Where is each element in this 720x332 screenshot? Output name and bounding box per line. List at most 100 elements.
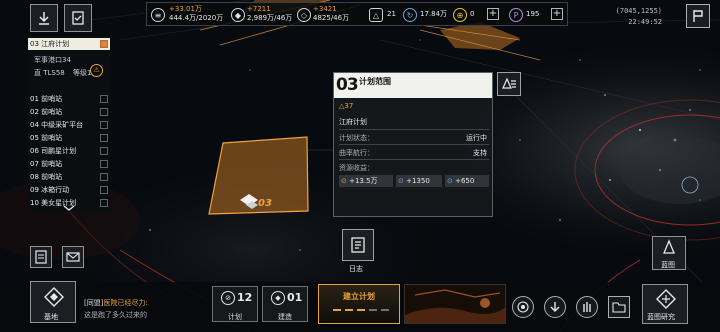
- metal-value: 2,989万/46万: [247, 14, 293, 22]
- energy-icon: ↻: [403, 8, 417, 22]
- blueprint-label: 蓝图: [661, 261, 675, 269]
- fleet-count: 21: [387, 10, 396, 19]
- plan-name: 江府计划: [339, 118, 367, 126]
- list-item[interactable]: 09 冰箱行动: [28, 184, 110, 196]
- plan-icon: ⊘: [221, 291, 235, 305]
- fleet-icon: [583, 302, 591, 312]
- list-item-label: 09 冰箱行动: [30, 186, 70, 194]
- list-item[interactable]: 07 前哨站: [28, 158, 110, 170]
- slot-indicator: [369, 309, 377, 311]
- list-item[interactable]: 01 前哨站: [28, 93, 110, 105]
- energy-icon: ⊙: [447, 177, 453, 185]
- list-item-label: 02 前哨站: [30, 108, 63, 116]
- list-item[interactable]: 02 前哨站: [28, 106, 110, 118]
- log-button[interactable]: [342, 229, 374, 261]
- notes-button[interactable]: [30, 246, 52, 268]
- coordinate-readout: (7045,1255): [615, 7, 662, 15]
- list-item-label: 05 前哨站: [30, 134, 63, 142]
- checkbox[interactable]: [100, 186, 108, 194]
- list-item-label: 07 前哨站: [30, 160, 63, 168]
- energy-value: 17.84万: [420, 10, 448, 18]
- clipboard-check-icon: [72, 11, 84, 25]
- arrow-down-icon: [550, 302, 560, 312]
- checkbox[interactable]: [100, 121, 108, 129]
- mission-button[interactable]: [64, 4, 92, 32]
- status-label: 计划状态：: [339, 134, 374, 142]
- gold-value: 0: [470, 10, 475, 18]
- chat-text: 这是跑了多久过来的: [84, 311, 147, 319]
- storage-button[interactable]: [608, 296, 630, 318]
- gain-energy: ⊙ +650: [445, 175, 489, 187]
- list-item[interactable]: 04 中级采矿平台: [28, 119, 110, 131]
- checkbox[interactable]: [100, 147, 108, 155]
- resource-crystal: +3421 4825/46万: [313, 5, 349, 23]
- coordinate-clock: (7045,1255) 22:49:52: [616, 6, 662, 28]
- list-item[interactable]: 06 司鹏星计划: [28, 145, 110, 157]
- galaxy-button[interactable]: [512, 296, 534, 318]
- resource-credits: +33.01万 444.4万/2020万: [169, 5, 223, 23]
- fleet-value: 21: [387, 10, 396, 18]
- list-item[interactable]: 05 前哨站: [28, 132, 110, 144]
- chevron-down-icon[interactable]: [62, 204, 76, 212]
- blueprint-research-label: 蓝图研究: [647, 313, 675, 321]
- blueprint-icon: [663, 239, 675, 254]
- crystal-value: 4825/46万: [313, 14, 350, 22]
- event-banner[interactable]: [404, 284, 506, 324]
- gain-crystal: ⊙ +1350: [396, 175, 442, 187]
- download-button[interactable]: [544, 296, 566, 318]
- checkbox[interactable]: [100, 95, 108, 103]
- premium-value: 195: [526, 10, 540, 18]
- checkbox[interactable]: [100, 40, 108, 48]
- base-icon: [44, 287, 64, 307]
- energy-amount: 17.84万: [420, 10, 447, 19]
- list-item-label: 04 中级采矿平台: [30, 121, 84, 129]
- warp-label: 曲率航行：: [339, 149, 374, 157]
- mail-button[interactable]: [62, 246, 84, 268]
- resource-bar: ≡ +33.01万 444.4万/2020万 ◆ +7211 2,989万/46…: [146, 2, 568, 26]
- establish-plan-label: 建立计划: [343, 292, 375, 301]
- plan-level-badge: △37: [339, 102, 354, 110]
- credits-icon: ≡: [151, 8, 165, 22]
- divider: [339, 159, 489, 160]
- metal-icon: ◆: [231, 8, 245, 22]
- divider: [339, 144, 489, 145]
- slot-indicator: [345, 309, 353, 311]
- panel-header: 03 计划范围: [334, 73, 492, 98]
- add-gold-button[interactable]: +: [487, 8, 499, 20]
- list-item-label: 06 司鹏星计划: [30, 147, 77, 155]
- folder-icon: [612, 302, 626, 313]
- lock-icon[interactable]: ⚠: [90, 64, 103, 77]
- add-premium-button[interactable]: +: [551, 8, 563, 20]
- build-icon: ◆: [271, 291, 285, 305]
- panel-menu-button[interactable]: [497, 72, 521, 96]
- checkbox[interactable]: [100, 108, 108, 116]
- chat-message[interactable]: [同盟]医院已经尽力:: [84, 298, 148, 308]
- checkbox[interactable]: [100, 199, 108, 207]
- checkbox[interactable]: [100, 134, 108, 142]
- bookmark-button[interactable]: [686, 4, 710, 28]
- plan-level: 直 TLS58: [34, 69, 65, 77]
- list-item-label: 08 前哨站: [30, 173, 63, 181]
- chat-sender: 医院已经尽力:: [103, 299, 148, 307]
- establish-plan-button[interactable]: 建立计划: [318, 284, 400, 324]
- premium-icon: P: [509, 8, 523, 22]
- credits-value: 444.4万/2020万: [169, 14, 224, 22]
- spiral-icon: [517, 301, 529, 313]
- plot-number-label: 03: [258, 198, 272, 209]
- home-nav-button[interactable]: [30, 4, 58, 32]
- chat-channel: [同盟]: [84, 299, 104, 307]
- fleet-button[interactable]: [576, 296, 598, 318]
- resource-metal: +7211 2,989万/46万: [247, 5, 292, 23]
- checkbox[interactable]: [100, 173, 108, 181]
- gain-credits: ⊙ +13.5万: [339, 175, 393, 187]
- status-row: 计划状态： 运行中: [339, 133, 489, 143]
- build-label: 建造: [278, 313, 292, 321]
- list-item[interactable]: 08 前哨站: [28, 171, 110, 183]
- plan-count-button[interactable]: ⊘ 12 计划: [212, 286, 258, 322]
- warp-value: 支持: [473, 149, 487, 157]
- checkbox[interactable]: [100, 160, 108, 168]
- list-item[interactable]: 03 江府计划: [28, 38, 110, 50]
- gold-icon: ⊕: [453, 8, 467, 22]
- panel-number: 03: [336, 75, 359, 95]
- build-count-button[interactable]: ◆ 01 建造: [262, 286, 308, 322]
